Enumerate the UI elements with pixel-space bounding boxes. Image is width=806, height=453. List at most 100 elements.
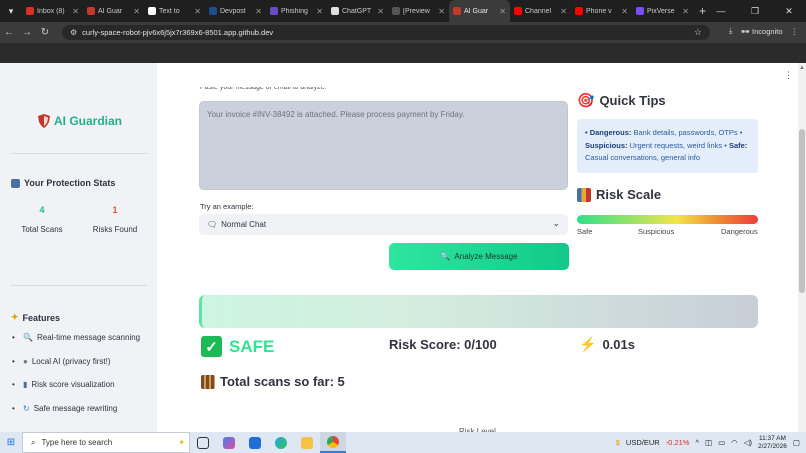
browser-tab[interactable]: Inbox (8) ✕ (22, 0, 83, 22)
feature-label: Real-time message scanning (36, 333, 141, 342)
browser-tab[interactable]: PixVerse ✕ (632, 0, 693, 22)
incognito-badge[interactable]: 🕶 Incognito (740, 27, 782, 36)
tab-close-icon[interactable]: ✕ (377, 7, 384, 16)
window-controls: — ❐ ✕ (704, 0, 806, 22)
file-explorer-icon[interactable] (294, 432, 320, 453)
currency-pair[interactable]: USD/EUR (626, 438, 660, 447)
menu-icon[interactable]: ⋮ (791, 27, 799, 36)
tab-close-icon[interactable]: ✕ (621, 7, 628, 16)
tab-label: Channel (525, 7, 552, 15)
bullet: • (12, 380, 15, 389)
sparkles-icon: ✦ (11, 312, 19, 322)
edge-icon[interactable] (268, 432, 294, 453)
browser-tab[interactable]: Channel ✕ (510, 0, 571, 22)
back-icon[interactable]: ← (0, 27, 18, 38)
example-label: Try an example: (200, 202, 254, 211)
tab-favicon-icon (87, 7, 95, 15)
copilot-icon[interactable] (216, 432, 242, 453)
taskbar-search[interactable]: ⌕ Type here to search ✦ (22, 432, 190, 453)
features-heading: ✦ Features (11, 312, 60, 323)
mail-icon[interactable] (242, 432, 268, 453)
browser-tab[interactable]: Devpost ✕ (205, 0, 266, 22)
brand-title: AI Guardian (54, 114, 123, 128)
tab-close-icon[interactable]: ✕ (316, 7, 323, 16)
windows-start-icon[interactable]: ⊞ (0, 437, 22, 448)
lightning-icon: ⚡ (579, 336, 597, 352)
message-textarea[interactable]: Your invoice #INV-38492 is attached. Ple… (199, 101, 568, 190)
minimize-icon[interactable]: — (704, 0, 738, 22)
notifications-icon[interactable]: ▢ (793, 438, 800, 447)
feature-item: • ↻ Safe message rewriting (12, 403, 118, 413)
tab-close-icon[interactable]: ✕ (499, 7, 506, 16)
scrollbar[interactable]: ▲ (798, 63, 806, 432)
browser-tab[interactable]: [Preview ✕ (388, 0, 449, 22)
stat-total-scans: 4 Total Scans (10, 205, 74, 234)
tab-close-icon[interactable]: ✕ (438, 7, 445, 16)
feature-label: Risk score visualization (31, 380, 115, 389)
scroll-up-icon[interactable]: ▲ (799, 65, 805, 71)
stats-heading-text: Your Protection Stats (24, 178, 116, 188)
tip-suspicious-label: Suspicious: (585, 140, 628, 150)
example-select[interactable]: 🗨 Normal Chat ⌄ (199, 214, 568, 235)
magnifier-icon: 🔍 (23, 333, 33, 342)
task-view-icon[interactable] (190, 432, 216, 453)
network-icon[interactable]: ◫ (705, 438, 712, 447)
browser-tab[interactable]: AI Guar ✕ (83, 0, 144, 22)
wifi-icon[interactable]: ◠ (731, 438, 738, 447)
browser-tab[interactable]: Text to ✕ (144, 0, 205, 22)
tab-favicon-icon (453, 7, 461, 15)
more-icon[interactable]: ⋮ (784, 70, 793, 81)
tab-label: Text to (159, 7, 180, 15)
close-window-icon[interactable]: ✕ (772, 0, 806, 22)
forward-icon[interactable]: → (18, 27, 36, 38)
analyze-button-label: Analyze Message (454, 252, 518, 261)
site-info-icon[interactable]: ⚙ (70, 28, 77, 37)
tab-close-icon[interactable]: ✕ (194, 7, 201, 16)
tab-close-icon[interactable]: ✕ (682, 7, 689, 16)
bar-chart-icon: ▮ (23, 380, 28, 389)
analyze-button[interactable]: 🔍 Analyze Message (389, 243, 569, 270)
risk-scale-heading: Risk Scale (577, 187, 661, 202)
sidebar: AI Guardian Your Protection Stats 4 Tota… (0, 63, 157, 432)
lock-icon: ● (23, 356, 28, 366)
browser-tab[interactable]: AI Guar ✕ (449, 0, 510, 22)
bullet: • (12, 403, 15, 413)
tab-favicon-icon (148, 7, 156, 15)
chevron-up-icon[interactable]: ^ (695, 438, 699, 447)
chrome-icon[interactable] (320, 432, 346, 453)
sparkle-icon: ✦ (178, 438, 185, 447)
browser-tab[interactable]: Phishing ✕ (266, 0, 327, 22)
maximize-icon[interactable]: ❐ (738, 0, 772, 22)
tab-close-icon[interactable]: ✕ (72, 7, 79, 16)
tab-close-icon[interactable]: ✕ (560, 7, 567, 16)
browser-tab[interactable]: ChatGPT ✕ (327, 0, 388, 22)
tab-close-icon[interactable]: ✕ (255, 7, 262, 16)
quick-tips-heading: 🎯 Quick Tips (577, 92, 666, 109)
clock[interactable]: 11:37 AM 2/27/2026 (758, 435, 787, 451)
reload-icon[interactable]: ↻ (36, 27, 54, 38)
tab-label: ChatGPT (342, 7, 372, 15)
bookmark-star-icon[interactable]: ☆ (694, 27, 702, 38)
tip-safe-text: Casual conversations, general info (585, 153, 701, 162)
taskbar-search-placeholder: Type here to search (41, 438, 113, 447)
risk-score: Risk Score: 0/100 (389, 337, 497, 352)
tab-search-icon[interactable]: ▾ (0, 6, 22, 17)
tab-favicon-icon (392, 7, 400, 15)
url-field[interactable]: ⚙ curly-space-robot-pjv6x6j5jx7r369x6-85… (62, 25, 710, 40)
feature-label: Safe message rewriting (33, 403, 118, 413)
risk-scale-gradient (577, 215, 758, 224)
browser-tab[interactable]: Phone v ✕ (571, 0, 632, 22)
tab-favicon-icon (209, 7, 217, 15)
download-icon[interactable]: ⤓ (729, 26, 732, 36)
tab-close-icon[interactable]: ✕ (133, 7, 140, 16)
tab-favicon-icon (26, 7, 34, 15)
battery-icon[interactable]: ▭ (718, 438, 725, 447)
scroll-thumb[interactable] (799, 129, 805, 293)
volume-icon[interactable]: ◁) (744, 438, 752, 447)
page: AI Guardian Your Protection Stats 4 Tota… (0, 63, 806, 432)
abacus-icon (201, 374, 215, 389)
tab-favicon-icon (636, 7, 644, 15)
tab-label: AI Guar (98, 7, 123, 15)
bar-chart-icon (577, 187, 591, 202)
sidebar-divider (11, 153, 147, 154)
